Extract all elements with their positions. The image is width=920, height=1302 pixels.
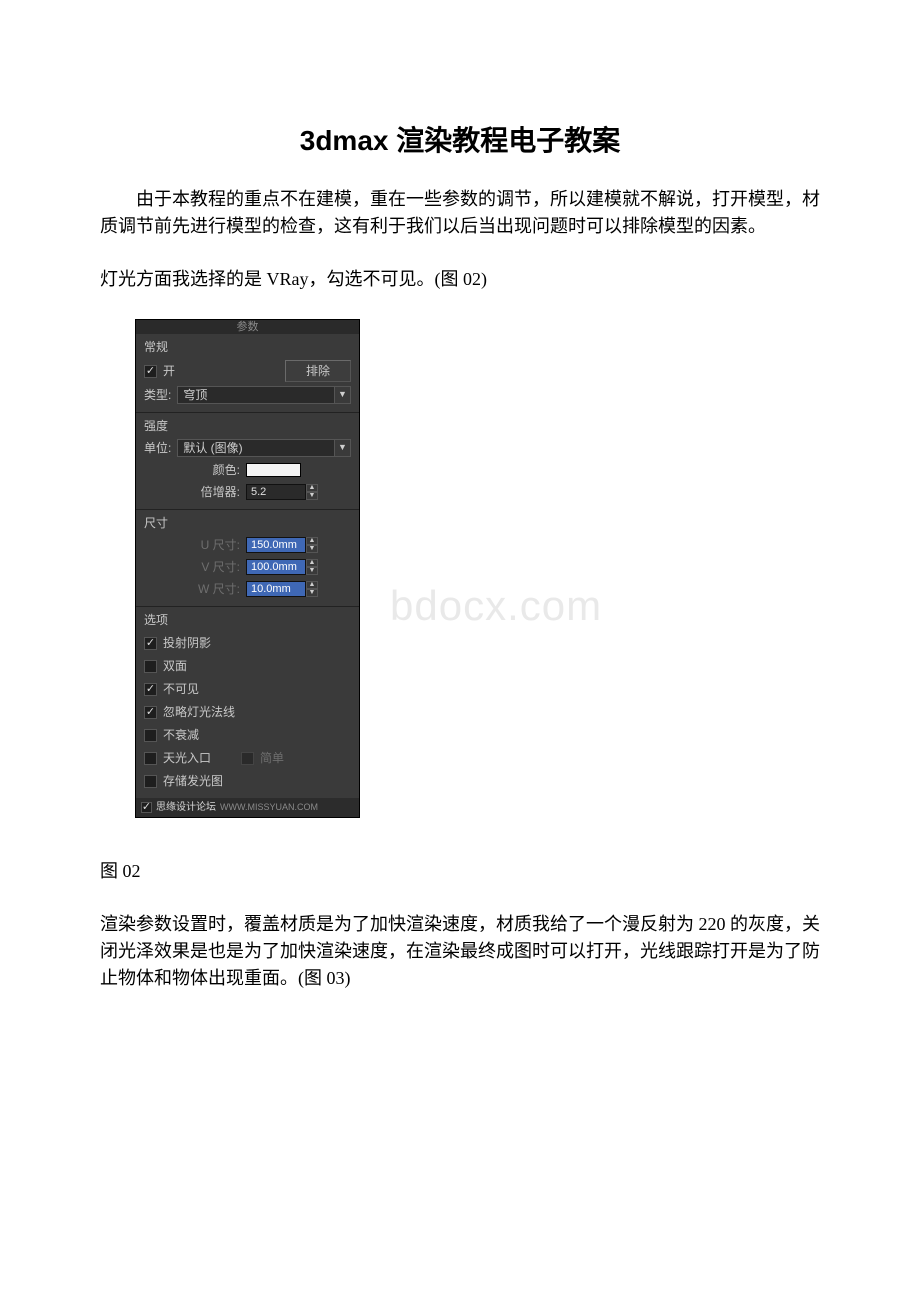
label-invisible: 不可见 [163,680,199,698]
checkbox-cast-shadows[interactable] [144,637,157,650]
u-size-spinner[interactable]: 150.0mm ▲▼ [246,537,318,553]
vray-light-panel-screenshot: bdocx.com 参数 常规 开 排除 类型: 穹顶 ▼ 强度 [135,319,715,818]
v-size-value[interactable]: 100.0mm [246,559,306,575]
spinner-up-icon[interactable]: ▲ [306,581,318,589]
label-ignore-normals: 忽略灯光法线 [163,703,235,721]
section-options-title: 选项 [144,611,351,629]
unit-dropdown[interactable]: 默认 (图像) ▼ [177,439,351,457]
footer-watermark: WWW.MISSYUAN.COM [220,801,318,815]
footer-checkbox[interactable] [141,802,152,813]
v-size-label: V 尺寸: [182,558,240,576]
label-store-glow: 存储发光图 [163,772,223,790]
type-label: 类型: [144,386,171,404]
v-size-spinner[interactable]: 100.0mm ▲▼ [246,559,318,575]
unit-label: 单位: [144,439,171,457]
unit-value: 默认 (图像) [183,439,242,457]
exclude-button[interactable]: 排除 [285,360,351,382]
section-intensity: 强度 单位: 默认 (图像) ▼ 颜色: 倍增器: 5.2 ▲▼ [136,413,359,510]
checkbox-invisible[interactable] [144,683,157,696]
panel-header: 参数 [136,320,359,334]
color-label: 颜色: [182,461,240,479]
intro-paragraph: 由于本教程的重点不在建模，重在一些参数的调节，所以建模就不解说，打开模型，材质调… [100,186,820,240]
label-on: 开 [163,362,175,380]
label-sky-portal: 天光入口 [163,749,211,767]
spinner-down-icon[interactable]: ▼ [306,545,318,553]
closing-paragraph: 渲染参数设置时，覆盖材质是为了加快渲染速度，材质我给了一个漫反射为 220 的灰… [100,911,820,992]
footer-text: 思缘设计论坛 [156,800,216,815]
w-size-label: W 尺寸: [182,580,240,598]
panel-footer: 思缘设计论坛 WWW.MISSYUAN.COM [136,798,359,817]
checkbox-sky-portal[interactable] [144,752,157,765]
multiplier-value[interactable]: 5.2 [246,484,306,500]
site-watermark: bdocx.com [390,574,602,637]
light-paragraph: 灯光方面我选择的是 VRay，勾选不可见。(图 02) [100,266,820,293]
type-dropdown[interactable]: 穹顶 ▼ [177,386,351,404]
section-options: 选项 投射阴影 双面 不可见 忽略灯光法线 不衰减 [136,607,359,798]
spinner-down-icon[interactable]: ▼ [306,492,318,500]
spinner-up-icon[interactable]: ▲ [306,484,318,492]
label-no-decay: 不衰减 [163,726,199,744]
type-value: 穹顶 [183,386,207,404]
spinner-down-icon[interactable]: ▼ [306,589,318,597]
u-size-label: U 尺寸: [182,536,240,554]
checkbox-store-glow[interactable] [144,775,157,788]
spinner-up-icon[interactable]: ▲ [306,559,318,567]
section-size: 尺寸 U 尺寸: 150.0mm ▲▼ V 尺寸: 100.0mm ▲▼ W 尺… [136,510,359,607]
label-cast-shadows: 投射阴影 [163,634,211,652]
multiplier-label: 倍增器: [182,483,240,501]
figure-caption-02: 图 02 [100,858,820,885]
page-title: 3dmax 渲染教程电子教案 [100,120,820,162]
label-double-sided: 双面 [163,657,187,675]
checkbox-on[interactable] [144,365,157,378]
section-general-title: 常规 [144,338,351,356]
panel: 参数 常规 开 排除 类型: 穹顶 ▼ 强度 单位: [135,319,360,818]
u-size-value[interactable]: 150.0mm [246,537,306,553]
checkbox-simple[interactable] [241,752,254,765]
chevron-down-icon: ▼ [334,440,350,456]
section-size-title: 尺寸 [144,514,351,532]
checkbox-ignore-normals[interactable] [144,706,157,719]
chevron-down-icon: ▼ [334,387,350,403]
color-swatch[interactable] [246,463,301,477]
multiplier-spinner[interactable]: 5.2 ▲▼ [246,484,318,500]
section-intensity-title: 强度 [144,417,351,435]
spinner-up-icon[interactable]: ▲ [306,537,318,545]
section-general: 常规 开 排除 类型: 穹顶 ▼ [136,334,359,413]
checkbox-no-decay[interactable] [144,729,157,742]
spinner-down-icon[interactable]: ▼ [306,567,318,575]
w-size-spinner[interactable]: 10.0mm ▲▼ [246,581,318,597]
label-simple: 简单 [260,749,284,767]
checkbox-double-sided[interactable] [144,660,157,673]
w-size-value[interactable]: 10.0mm [246,581,306,597]
